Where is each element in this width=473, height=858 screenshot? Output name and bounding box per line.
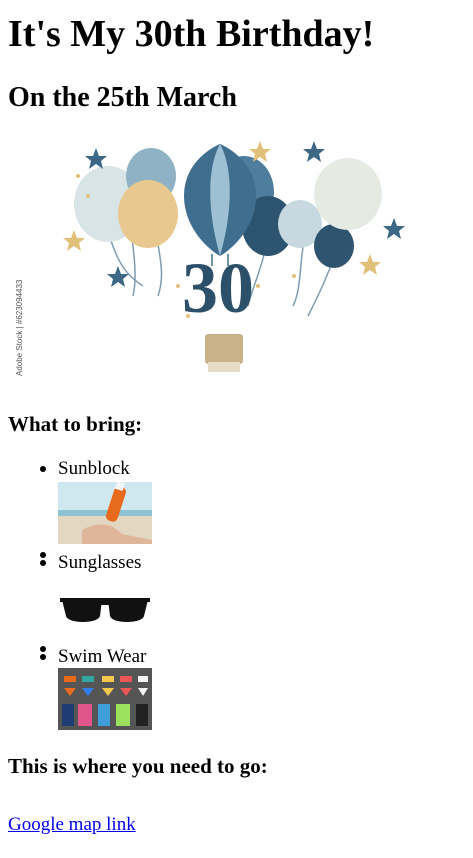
list-item-swimwear: Swim Wear	[40, 646, 465, 730]
list-spacer	[40, 638, 465, 652]
list-item-label: Sunglasses	[58, 552, 142, 573]
date-heading: On the 25th March	[8, 82, 237, 113]
bring-list: Sunblock Sunglasses Swim Wear	[8, 458, 465, 730]
go-heading: This is where you need to go:	[8, 754, 268, 778]
page-container: It's My 30th Birthday! On the 25th March…	[0, 12, 473, 836]
swimwear-image	[58, 668, 152, 730]
sunblock-image	[58, 482, 152, 544]
watermark-text: Adobe Stock | #623094433	[15, 279, 24, 376]
bring-heading: What to bring:	[8, 412, 143, 436]
hero-number-text: 30	[182, 248, 254, 328]
list-item-sunglasses: Sunglasses	[40, 552, 465, 638]
list-item-label: Swim Wear	[58, 646, 147, 667]
sunglasses-image	[58, 576, 152, 638]
list-spacer	[40, 544, 465, 558]
birthday-balloons-30-image: Adobe Stock | #623094433 30	[8, 136, 454, 386]
list-item-label: Sunblock	[58, 458, 130, 479]
google-map-link[interactable]: Google map link	[8, 814, 136, 836]
page-title: It's My 30th Birthday!	[8, 13, 375, 55]
list-item-sunblock: Sunblock	[40, 458, 465, 544]
